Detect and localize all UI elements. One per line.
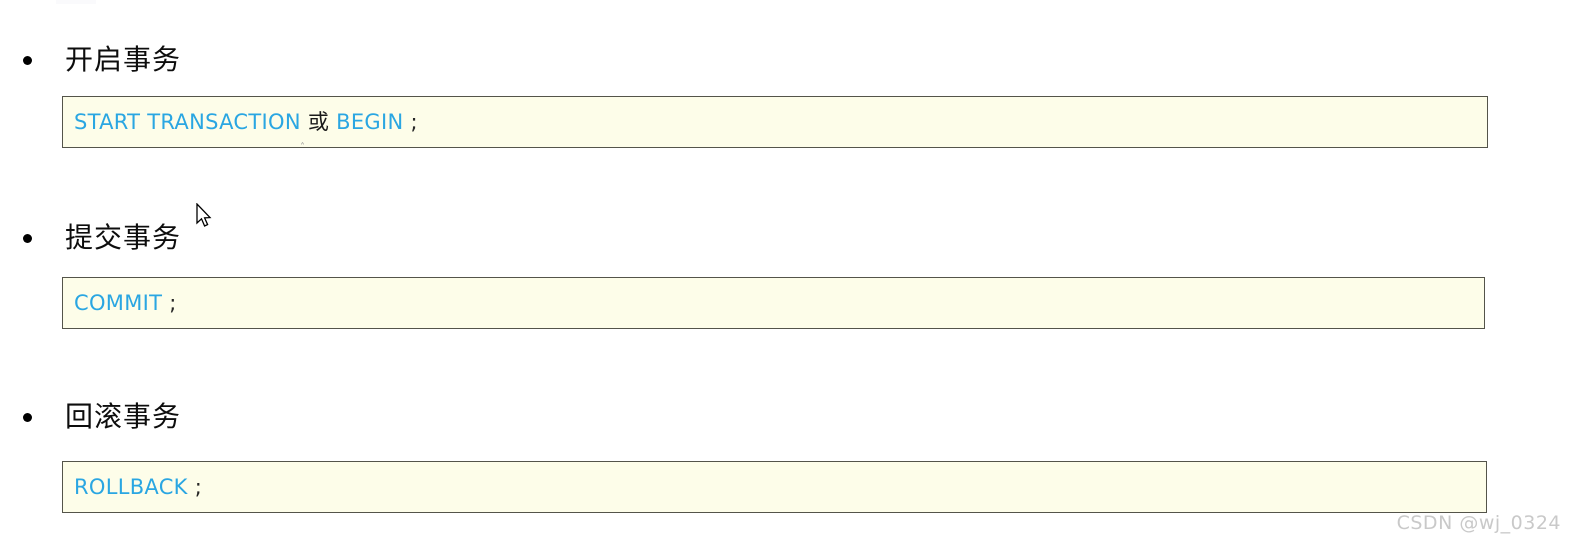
code-line-3: ROLLBACK ; <box>74 461 202 513</box>
code-token-plain: 或 <box>307 110 330 134</box>
top-cutoff-remnant <box>56 0 96 4</box>
bullet-marker-2 <box>23 234 32 243</box>
bullet-marker-1 <box>23 56 32 65</box>
code-block-rollback[interactable]: ROLLBACK ; <box>62 461 1487 513</box>
code-token-keyword: COMMIT <box>74 291 163 315</box>
code-block-commit[interactable]: COMMIT ; <box>62 277 1485 329</box>
code-line-2: COMMIT ; <box>74 277 177 329</box>
code-token-punctuation: ; <box>403 110 418 134</box>
code-token-keyword: ROLLBACK <box>74 475 188 499</box>
section-heading-1: 开启事务 <box>65 43 182 76</box>
caret-artifact: ˄ <box>300 142 305 153</box>
code-block-start-transaction[interactable]: START TRANSACTION 或 BEGIN ; <box>62 96 1488 148</box>
mouse-cursor-icon <box>196 202 214 229</box>
bullet-marker-3 <box>23 413 32 422</box>
code-token-keyword: START TRANSACTION <box>74 110 308 134</box>
code-token-keyword-2: BEGIN <box>329 110 404 134</box>
section-heading-2: 提交事务 <box>65 221 182 254</box>
section-heading-3: 回滚事务 <box>65 400 182 433</box>
csdn-watermark: CSDN @wj_0324 <box>1396 512 1561 534</box>
code-line-1: START TRANSACTION 或 BEGIN ; <box>74 96 418 148</box>
document-page: 开启事务 START TRANSACTION 或 BEGIN ; ˄ 提交事务 … <box>0 0 1569 540</box>
code-token-punctuation: ; <box>187 475 203 499</box>
code-token-punctuation: ; <box>162 291 177 315</box>
